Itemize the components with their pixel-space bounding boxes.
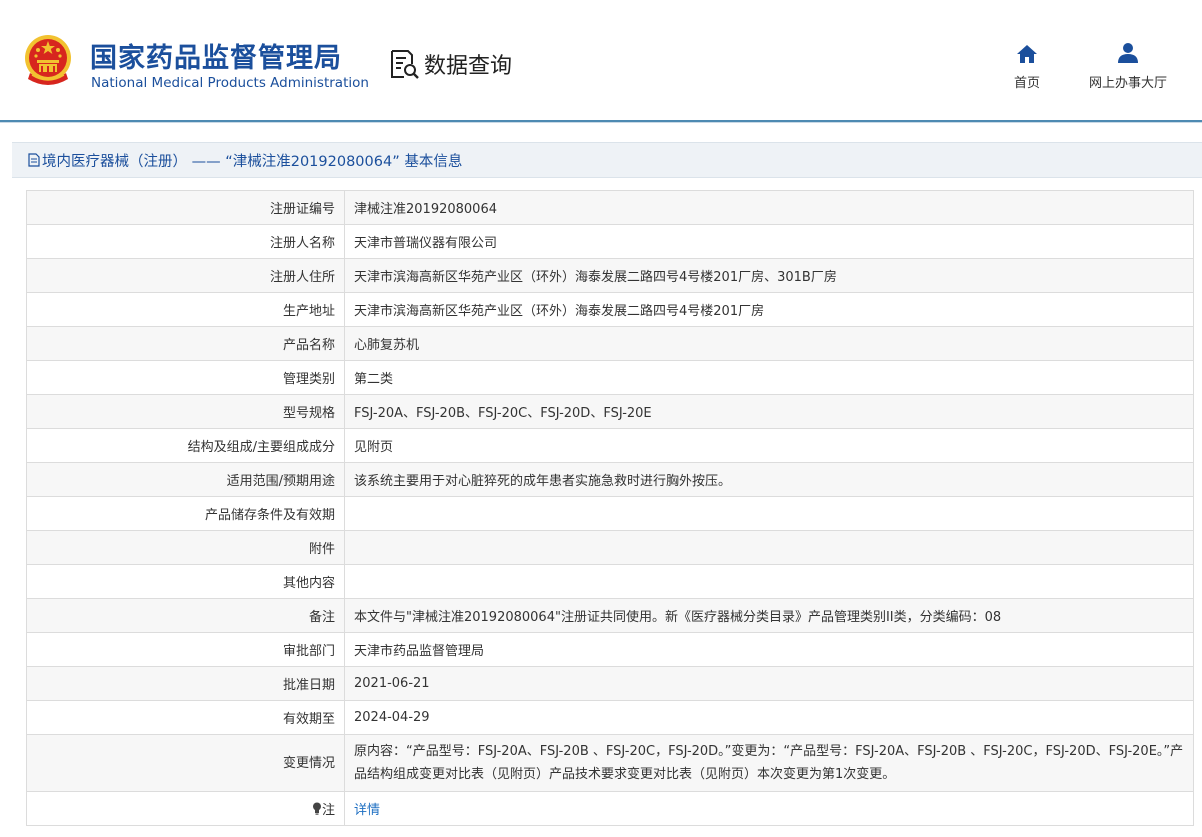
detail-link[interactable]: 详情 <box>354 803 380 818</box>
field-value: 本文件与"津械注准20192080064"注册证共同使用。新《医疗器械分类目录》… <box>344 598 1194 633</box>
page-title-bar: 境内医疗器械（注册） —— “津械注准20192080064” 基本信息 <box>12 142 1202 178</box>
field-value: 天津市滨海高新区华苑产业区（环外）海泰发展二路四号4号楼201厂房、301B厂房 <box>344 258 1194 293</box>
nav-home[interactable]: 首页 <box>1006 42 1048 91</box>
field-label: 结构及组成/主要组成成分 <box>26 428 345 463</box>
note-label-cell: 注 <box>26 791 345 826</box>
table-row: 注册证编号 津械注准20192080064 <box>26 190 1194 225</box>
table-row: 适用范围/预期用途 该系统主要用于对心脏猝死的成年患者实施急救时进行胸外按压。 <box>26 462 1194 497</box>
field-label: 注册人住所 <box>26 258 345 293</box>
data-query-heading: 数据查询 <box>388 46 512 82</box>
field-value <box>344 564 1194 599</box>
table-row: 其他内容 <box>26 564 1194 599</box>
site-header: 国家药品监督管理局 National Medical Products Admi… <box>0 0 1202 118</box>
table-row-note: 注 详情 <box>26 791 1194 826</box>
field-value: 心肺复苏机 <box>344 326 1194 361</box>
field-value: 天津市药品监督管理局 <box>344 632 1194 667</box>
table-row: 型号规格 FSJ-20A、FSJ-20B、FSJ-20C、FSJ-20D、FSJ-… <box>26 394 1194 429</box>
nav-online-service-hall-label: 网上办事大厅 <box>1088 76 1167 91</box>
field-label: 附件 <box>26 530 345 565</box>
field-value: FSJ-20A、FSJ-20B、FSJ-20C、FSJ-20D、FSJ-20E <box>344 394 1194 429</box>
table-row: 审批部门 天津市药品监督管理局 <box>26 632 1194 667</box>
nav-home-label: 首页 <box>1013 76 1040 91</box>
field-label: 适用范围/预期用途 <box>26 462 345 497</box>
table-row: 批准日期 2021-06-21 <box>26 666 1194 701</box>
field-label: 变更情况 <box>26 734 345 792</box>
field-label: 批准日期 <box>26 666 345 701</box>
field-label: 产品名称 <box>26 326 345 361</box>
field-value: 第二类 <box>344 360 1194 395</box>
document-icon <box>28 153 40 167</box>
field-value <box>344 530 1194 565</box>
table-row: 注册人名称 天津市普瑞仪器有限公司 <box>26 224 1194 259</box>
field-value: 该系统主要用于对心脏猝死的成年患者实施急救时进行胸外按压。 <box>344 462 1194 497</box>
field-label: 型号规格 <box>26 394 345 429</box>
table-row: 产品名称 心肺复苏机 <box>26 326 1194 361</box>
lightbulb-icon <box>312 802 321 815</box>
device-info-table: 注册证编号 津械注准20192080064 注册人名称 天津市普瑞仪器有限公司 注册人住… <box>26 190 1194 826</box>
field-value: 天津市滨海高新区华苑产业区（环外）海泰发展二路四号4号楼201厂房 <box>344 292 1194 327</box>
table-row: 备注 本文件与"津械注准20192080064"注册证共同使用。新《医疗器械分类目… <box>26 598 1194 633</box>
field-label: 有效期至 <box>26 700 345 735</box>
field-value <box>344 496 1194 531</box>
field-label: 生产地址 <box>26 292 345 327</box>
note-value-cell: 详情 <box>344 791 1194 826</box>
field-value: 天津市普瑞仪器有限公司 <box>344 224 1194 259</box>
data-query-title: 数据查询 <box>424 54 513 79</box>
field-value: 原内容：“产品型号：FSJ-20A、FSJ-20B 、FSJ-20C，FSJ-2… <box>344 734 1194 792</box>
field-value: 津械注准20192080064 <box>344 190 1194 225</box>
field-label: 审批部门 <box>26 632 345 667</box>
user-icon <box>1117 42 1139 64</box>
field-value: 2021-06-21 <box>344 666 1194 701</box>
table-row: 附件 <box>26 530 1194 565</box>
nav-online-service-hall[interactable]: 网上办事大厅 <box>1082 42 1174 91</box>
field-value: 见附页 <box>344 428 1194 463</box>
field-label: 管理类别 <box>26 360 345 395</box>
page-title: 境内医疗器械（注册） —— “津械注准20192080064” 基本信息 <box>42 153 463 170</box>
field-label: 注册证编号 <box>26 190 345 225</box>
table-row: 管理类别 第二类 <box>26 360 1194 395</box>
header-divider-light <box>0 122 1202 123</box>
home-icon <box>1016 42 1038 64</box>
field-label: 注册人名称 <box>26 224 345 259</box>
field-label: 产品储存条件及有效期 <box>26 496 345 531</box>
field-value: 2024-04-29 <box>344 700 1194 735</box>
document-search-icon <box>391 50 419 79</box>
table-row: 结构及组成/主要组成成分 见附页 <box>26 428 1194 463</box>
table-row: 有效期至 2024-04-29 <box>26 700 1194 735</box>
national-emblem-icon <box>25 35 71 85</box>
agency-name-en: National Medical Products Administration <box>91 75 369 91</box>
table-row: 变更情况 原内容：“产品型号：FSJ-20A、FSJ-20B 、FSJ-20C，F… <box>26 734 1194 792</box>
agency-name-cn: 国家药品监督管理局 <box>90 43 342 74</box>
field-label: 备注 <box>26 598 345 633</box>
note-label: 注 <box>321 802 335 818</box>
field-label: 其他内容 <box>26 564 345 599</box>
table-row: 注册人住所 天津市滨海高新区华苑产业区（环外）海泰发展二路四号4号楼201厂房、3… <box>26 258 1194 293</box>
table-row: 产品储存条件及有效期 <box>26 496 1194 531</box>
table-row: 生产地址 天津市滨海高新区华苑产业区（环外）海泰发展二路四号4号楼201厂房 <box>26 292 1194 327</box>
